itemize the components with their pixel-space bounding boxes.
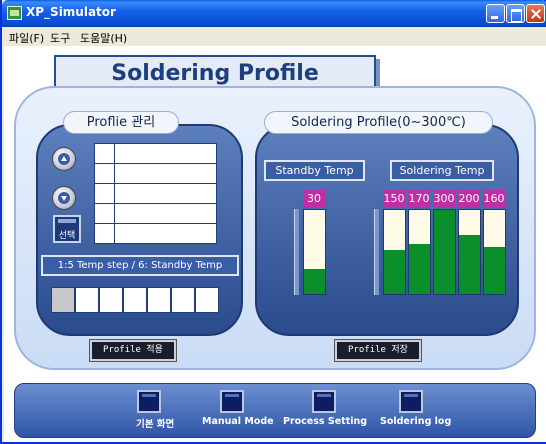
scroll-down-button[interactable] (52, 186, 76, 210)
nav-label-process-setting: Process Setting (283, 416, 368, 427)
standby-bar[interactable] (303, 209, 326, 295)
soldering-scale (374, 209, 379, 295)
table-cell (95, 144, 115, 163)
soldering-bar-3[interactable] (433, 209, 456, 295)
minimize-button[interactable] (486, 4, 505, 23)
soldering-bar-fill (409, 243, 430, 294)
soldering-value-4[interactable]: 200 (458, 190, 480, 207)
nav-label-home: 기본 화면 (136, 419, 175, 430)
standby-scale (294, 209, 299, 295)
nav-button-home[interactable] (137, 390, 161, 413)
profile-table[interactable] (94, 143, 217, 244)
window-title: XP_Simulator (26, 5, 116, 19)
table-cell (95, 204, 115, 223)
soldering-bar-fill (459, 235, 480, 294)
down-arrow-icon (58, 192, 70, 204)
nav-button-manual-mode[interactable] (220, 390, 244, 413)
step-cell-1[interactable] (51, 287, 75, 313)
soldering-temp-label: Soldering Temp (390, 160, 494, 181)
select-button-label: 선택 (58, 231, 76, 241)
table-row[interactable] (95, 204, 216, 224)
soldering-bar-fill (434, 210, 455, 294)
maximize-button[interactable] (506, 4, 525, 23)
table-cell (95, 224, 115, 243)
menu-file[interactable]: 파일(F) (9, 30, 44, 46)
table-cell (95, 164, 115, 183)
step-cell-4[interactable] (123, 287, 147, 313)
up-arrow-icon (58, 153, 70, 165)
nav-label-soldering-log: Soldering log (380, 416, 452, 427)
title-bar[interactable]: XP_Simulator (2, 0, 546, 27)
app-icon (7, 6, 22, 20)
step-cell-3[interactable] (99, 287, 123, 313)
step-cell-5[interactable] (147, 287, 171, 313)
soldering-value-1[interactable]: 150 (383, 190, 405, 207)
step-caption: 1:5 Temp step / 6: Standby Temp (41, 255, 239, 276)
menu-bar: 파일(F) 도구 도움말(H) (4, 27, 546, 46)
step-cell-2[interactable] (75, 287, 99, 313)
standby-value[interactable]: 30 (303, 190, 325, 207)
select-button[interactable]: 선택 (53, 215, 81, 243)
soldering-value-2[interactable]: 170 (408, 190, 430, 207)
standby-temp-label: Standby Temp (264, 160, 365, 181)
soldering-bar-fill (384, 250, 405, 294)
profile-panel-title: Proflie 관리 (63, 111, 179, 134)
soldering-value-3[interactable]: 300 (433, 190, 455, 207)
profile-save-button[interactable]: Profile 저장 (334, 339, 422, 362)
step-cell-6[interactable] (171, 287, 195, 313)
soldering-bar-2[interactable] (408, 209, 431, 295)
menu-tools[interactable]: 도구 (50, 30, 70, 46)
menu-help[interactable]: 도움말(H) (80, 30, 127, 46)
standby-bar-fill (304, 268, 325, 294)
step-cells (51, 287, 221, 313)
bottom-nav (14, 383, 536, 438)
soldering-bar-5[interactable] (483, 209, 506, 295)
nav-button-soldering-log[interactable] (399, 390, 423, 413)
table-row[interactable] (95, 184, 216, 204)
table-row[interactable] (95, 144, 216, 164)
soldering-value-5[interactable]: 160 (483, 190, 505, 207)
soldering-bar-fill (484, 246, 505, 294)
nav-button-process-setting[interactable] (312, 390, 336, 413)
table-cell (95, 184, 115, 203)
scroll-up-button[interactable] (52, 147, 76, 171)
soldering-bar-4[interactable] (458, 209, 481, 295)
nav-label-manual-mode: Manual Mode (202, 416, 274, 427)
table-row[interactable] (95, 164, 216, 184)
step-cell-7[interactable] (195, 287, 219, 313)
table-row[interactable] (95, 224, 216, 244)
soldering-bar-1[interactable] (383, 209, 406, 295)
close-button[interactable] (526, 4, 545, 23)
soldering-panel-title: Soldering Profile(0~300℃) (264, 111, 493, 134)
profile-apply-button[interactable]: Profile 적용 (89, 339, 177, 362)
